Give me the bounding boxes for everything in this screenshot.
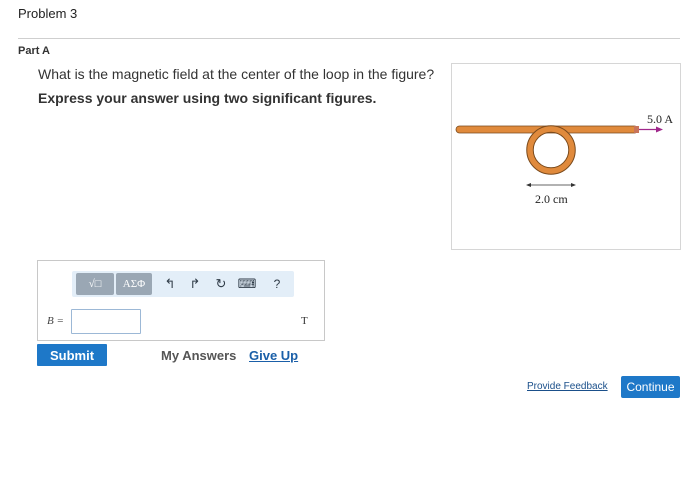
undo-icon[interactable]: ↰: [161, 275, 179, 293]
problem-title: Problem 3: [18, 6, 78, 21]
current-label: 5.0 A: [647, 112, 673, 126]
answer-instruction: Express your answer using two significan…: [38, 90, 377, 106]
answer-panel: √□ ΑΣΦ ↰ ↱ ↻ ⌨ ? B = T: [37, 260, 325, 341]
provide-feedback-link[interactable]: Provide Feedback: [527, 381, 608, 392]
give-up-link[interactable]: Give Up: [249, 348, 298, 363]
diameter-arrow-right-icon: [571, 183, 576, 187]
wire-end: [634, 126, 639, 133]
loop-figure: 5.0 A 2.0 cm: [451, 63, 681, 250]
help-icon[interactable]: ?: [268, 275, 286, 293]
my-answers-label: My Answers: [161, 348, 237, 363]
keyboard-icon[interactable]: ⌨: [238, 275, 257, 293]
diameter-arrow-left-icon: [526, 183, 531, 187]
question-text: What is the magnetic field at the center…: [38, 66, 435, 82]
part-label: Part A: [18, 45, 50, 57]
unit-label: T: [301, 315, 308, 327]
redo-icon[interactable]: ↱: [186, 275, 204, 293]
wire-loop: [527, 126, 575, 174]
loop-diagram: 5.0 A 2.0 cm: [455, 112, 673, 206]
current-arrow-icon: [656, 126, 663, 133]
submit-button[interactable]: Submit: [37, 344, 107, 366]
diameter-label: 2.0 cm: [535, 192, 568, 206]
math-toolbar: √□ ΑΣΦ ↰ ↱ ↻ ⌨ ?: [72, 271, 294, 297]
reset-icon[interactable]: ↻: [212, 275, 230, 293]
greek-symbols-button[interactable]: ΑΣΦ: [116, 273, 152, 295]
answer-input[interactable]: [71, 309, 141, 334]
header-divider: [18, 38, 680, 39]
templates-button[interactable]: √□: [76, 273, 114, 295]
continue-button[interactable]: Continue: [621, 376, 680, 398]
variable-label: B =: [47, 315, 64, 327]
